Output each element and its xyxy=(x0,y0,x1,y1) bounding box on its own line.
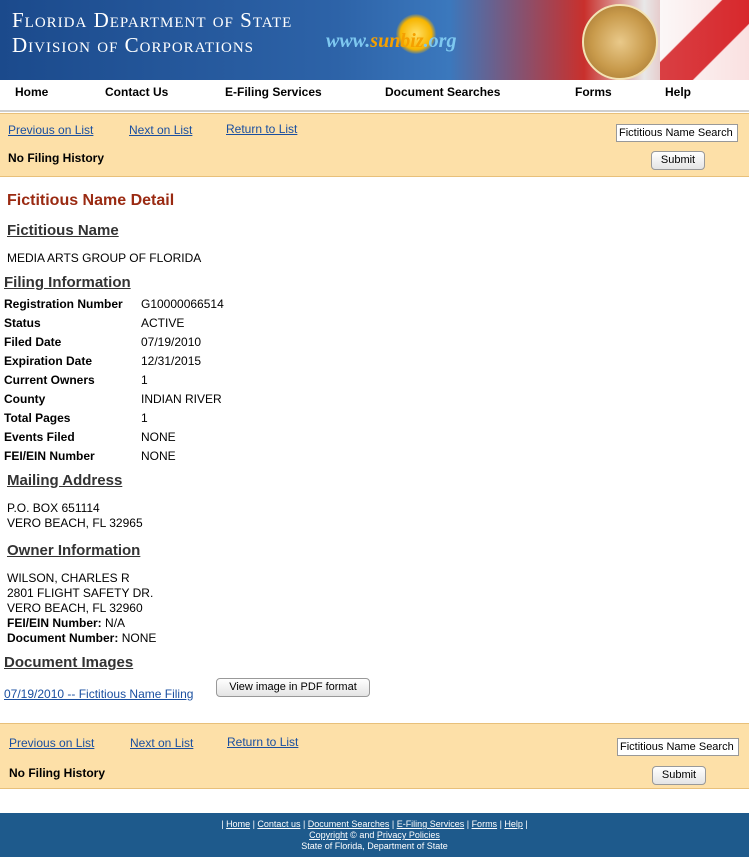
status-value: ACTIVE xyxy=(141,316,185,330)
footer-privacy-link[interactable]: Privacy Policies xyxy=(377,830,440,840)
mailing-address-line2: VERO BEACH, FL 32965 xyxy=(7,516,143,530)
florida-seal-icon xyxy=(582,4,658,80)
current-owners-value: 1 xyxy=(141,373,148,387)
nav-contact-us[interactable]: Contact Us xyxy=(105,85,168,99)
top-navigation-band: Previous on List Next on List Return to … xyxy=(0,113,749,177)
county-label: County xyxy=(4,392,46,406)
footer-legal: Copyright © and Privacy Policies xyxy=(0,830,749,840)
footer-state-text: State of Florida, Department of State xyxy=(301,841,448,851)
county-value: INDIAN RIVER xyxy=(141,392,222,406)
footer-help-link[interactable]: Help xyxy=(504,819,523,829)
filed-date-label: Filed Date xyxy=(4,335,62,349)
filed-date-value: 07/19/2010 xyxy=(141,335,202,349)
document-images-heading: Document Images xyxy=(4,654,134,671)
next-on-list-link-bottom[interactable]: Next on List xyxy=(130,736,193,750)
no-filing-history-label: No Filing History xyxy=(8,151,104,165)
return-to-list-link[interactable]: Return to List xyxy=(226,122,297,136)
footer-document-searches-link[interactable]: Document Searches xyxy=(308,819,390,829)
footer-contact-link[interactable]: Contact us xyxy=(257,819,300,829)
previous-on-list-link-bottom[interactable]: Previous on List xyxy=(9,736,94,750)
footer-links: | Home | Contact us | Document Searches … xyxy=(221,819,528,829)
expiration-date-value: 12/31/2015 xyxy=(141,354,202,368)
footer-and: and xyxy=(359,830,375,840)
registration-number-label: Registration Number xyxy=(4,297,123,311)
filing-information-heading: Filing Information xyxy=(4,274,131,291)
owner-address-line2: VERO BEACH, FL 32960 xyxy=(7,601,143,615)
site-title-line2: Division of Corporations xyxy=(12,33,255,57)
nav-home[interactable]: Home xyxy=(15,85,48,99)
sunbiz-logo-text: www.sunbiz.org xyxy=(326,30,457,52)
copyright-symbol: © xyxy=(350,830,357,840)
status-label: Status xyxy=(4,316,41,330)
site-title: Florida Department of State Division of … xyxy=(12,8,292,58)
events-filed-label: Events Filed xyxy=(4,430,75,444)
owner-document-number-label: Document Number: xyxy=(7,631,119,645)
nav-forms[interactable]: Forms xyxy=(575,85,612,99)
owner-fei-ein: FEI/EIN Number: N/A xyxy=(7,616,125,630)
header-banner: Florida Department of State Division of … xyxy=(0,0,749,80)
fictitious-name-heading: Fictitious Name xyxy=(7,222,119,239)
total-pages-label: Total Pages xyxy=(4,411,71,425)
nav-document-searches[interactable]: Document Searches xyxy=(385,85,500,99)
return-to-list-link-bottom[interactable]: Return to List xyxy=(227,735,298,749)
current-owners-label: Current Owners xyxy=(4,373,95,387)
mailing-address-heading: Mailing Address xyxy=(7,472,123,489)
owner-fei-ein-value: N/A xyxy=(105,616,126,630)
search-type-input[interactable] xyxy=(616,124,738,142)
nav-help[interactable]: Help xyxy=(665,85,691,99)
fei-ein-number-label: FEI/EIN Number xyxy=(4,449,95,463)
registration-number-value: G10000066514 xyxy=(141,297,224,311)
owner-name: WILSON, CHARLES R xyxy=(7,571,130,585)
owner-document-number: Document Number: NONE xyxy=(7,631,156,645)
page-title: Fictitious Name Detail xyxy=(7,192,175,209)
nav-e-filing-services[interactable]: E-Filing Services xyxy=(225,85,322,99)
no-filing-history-label-bottom: No Filing History xyxy=(9,766,105,780)
owner-address-line1: 2801 FLIGHT SAFETY DR. xyxy=(7,586,154,600)
footer: | Home | Contact us | Document Searches … xyxy=(0,813,749,857)
events-filed-value: NONE xyxy=(141,430,176,444)
previous-on-list-link[interactable]: Previous on List xyxy=(8,123,93,137)
owner-information-heading: Owner Information xyxy=(7,542,141,559)
footer-e-filing-link[interactable]: E-Filing Services xyxy=(397,819,465,829)
site-title-line1: Florida Department of State xyxy=(12,8,293,32)
submit-button[interactable]: Submit xyxy=(651,151,705,170)
total-pages-value: 1 xyxy=(141,411,148,425)
flag-graphic xyxy=(660,0,749,80)
owner-fei-ein-label: FEI/EIN Number: xyxy=(7,616,102,630)
mailing-address-line1: P.O. BOX 651114 xyxy=(7,501,100,515)
next-on-list-link[interactable]: Next on List xyxy=(129,123,192,137)
search-type-input-bottom[interactable] xyxy=(617,738,739,756)
main-nav: Home Contact Us E-Filing Services Docume… xyxy=(0,80,749,112)
document-image-link[interactable]: 07/19/2010 -- Fictitious Name Filing xyxy=(4,687,193,701)
sunbiz-logo[interactable]: www.sunbiz.org xyxy=(326,14,471,66)
owner-document-number-value: NONE xyxy=(121,631,157,645)
submit-button-bottom[interactable]: Submit xyxy=(652,766,706,785)
expiration-date-label: Expiration Date xyxy=(4,354,93,368)
view-pdf-button[interactable]: View image in PDF format xyxy=(216,678,370,697)
fei-ein-number-value: NONE xyxy=(141,449,176,463)
bottom-navigation-band: Previous on List Next on List Return to … xyxy=(0,723,749,789)
fictitious-name-value: MEDIA ARTS GROUP OF FLORIDA xyxy=(7,251,202,265)
footer-copyright-link[interactable]: Copyright xyxy=(309,830,348,840)
footer-forms-link[interactable]: Forms xyxy=(472,819,498,829)
footer-home-link[interactable]: Home xyxy=(226,819,250,829)
